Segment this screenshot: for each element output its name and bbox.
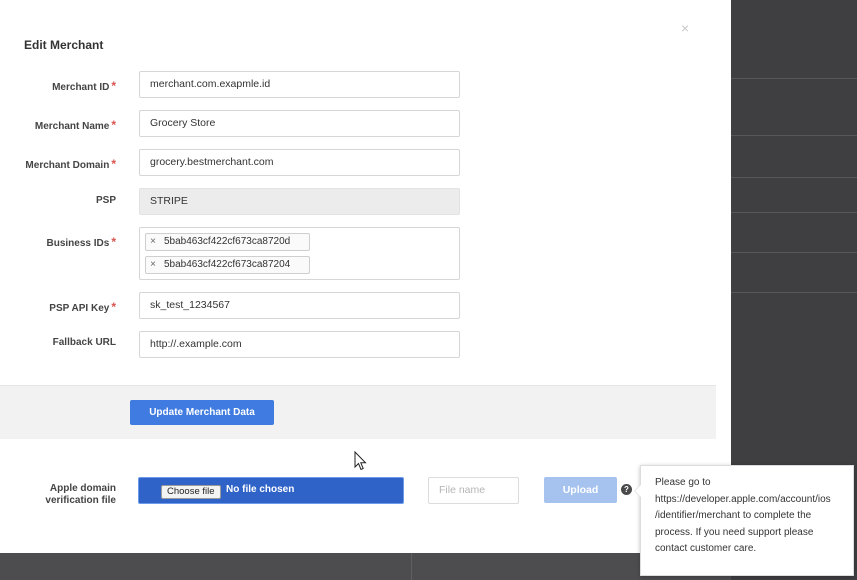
remove-tag-icon[interactable]: × bbox=[146, 234, 160, 250]
background-divider bbox=[731, 292, 857, 293]
apple-domain-label-line2: verification file bbox=[45, 495, 116, 506]
business-id-tag: × 5bab463cf422cf673ca87204 bbox=[145, 256, 310, 274]
help-tooltip: Please go to https://developer.apple.com… bbox=[634, 465, 854, 576]
merchant-id-input[interactable]: merchant.com.exapmle.id bbox=[139, 71, 460, 98]
tooltip-line: Please go to bbox=[655, 477, 711, 488]
remove-tag-icon[interactable]: × bbox=[146, 257, 160, 273]
required-marker: * bbox=[111, 300, 116, 314]
merchant-domain-label: Merchant Domain * bbox=[0, 157, 116, 171]
choose-file-button[interactable]: Choose file bbox=[161, 485, 221, 499]
merchant-domain-label-text: Merchant Domain bbox=[25, 160, 110, 171]
business-id-tag-text: 5bab463cf422cf673ca87204 bbox=[164, 259, 291, 270]
required-marker: * bbox=[111, 118, 116, 132]
merchant-domain-input[interactable]: grocery.bestmerchant.com bbox=[139, 149, 460, 176]
required-marker: * bbox=[111, 235, 116, 249]
business-ids-label: Business IDs * bbox=[0, 235, 116, 249]
background-divider bbox=[731, 135, 857, 136]
tooltip-line: contact customer care. bbox=[655, 543, 757, 554]
psp-label: PSP bbox=[0, 195, 116, 206]
file-input[interactable]: Choose file No file chosen bbox=[138, 477, 404, 504]
merchant-name-label-text: Merchant Name bbox=[34, 121, 110, 132]
required-marker: * bbox=[111, 79, 116, 93]
file-name-input[interactable]: File name bbox=[428, 477, 519, 504]
business-id-tag-text: 5bab463cf422cf673ca8720d bbox=[164, 236, 291, 247]
close-icon[interactable]: × bbox=[681, 20, 689, 36]
background-bottom-bar bbox=[0, 553, 731, 580]
apple-domain-label: Apple domain verification file bbox=[0, 483, 116, 507]
psp-api-key-input[interactable]: sk_test_1234567 bbox=[139, 292, 460, 319]
tooltip-line: /identifier/merchant to complete the bbox=[655, 510, 812, 521]
fallback-url-label-text: Fallback URL bbox=[52, 337, 116, 348]
background-divider bbox=[731, 252, 857, 253]
mouse-cursor-icon bbox=[354, 451, 367, 471]
merchant-name-label: Merchant Name * bbox=[0, 118, 116, 132]
upload-button[interactable]: Upload bbox=[544, 477, 617, 503]
modal-footer bbox=[0, 385, 716, 439]
background-divider bbox=[731, 78, 857, 79]
tooltip-line: https://developer.apple.com/account/ios bbox=[655, 493, 831, 505]
required-marker: * bbox=[111, 157, 116, 171]
modal-title: Edit Merchant bbox=[24, 38, 104, 52]
psp-api-key-label: PSP API Key * bbox=[0, 300, 116, 314]
business-ids-input[interactable]: × 5bab463cf422cf673ca8720d × 5bab463cf422c… bbox=[139, 227, 460, 280]
no-file-chosen-text: No file chosen bbox=[226, 484, 295, 495]
apple-domain-label-line1: Apple domain bbox=[49, 483, 116, 494]
business-ids-label-text: Business IDs bbox=[46, 238, 110, 249]
fallback-url-input[interactable]: http://.example.com bbox=[139, 331, 460, 358]
business-id-tag: × 5bab463cf422cf673ca8720d bbox=[145, 233, 310, 251]
psp-api-key-label-text: PSP API Key bbox=[49, 303, 110, 314]
tooltip-line: process. If you need support please bbox=[655, 526, 814, 538]
psp-label-text: PSP bbox=[95, 195, 116, 206]
fallback-url-label: Fallback URL bbox=[0, 337, 116, 348]
merchant-name-input[interactable]: Grocery Store bbox=[139, 110, 460, 137]
background-divider bbox=[731, 212, 857, 213]
background-divider bbox=[411, 553, 412, 580]
update-merchant-button[interactable]: Update Merchant Data bbox=[130, 400, 274, 425]
background-divider bbox=[731, 177, 857, 178]
psp-input: STRIPE bbox=[139, 188, 460, 215]
help-icon[interactable]: ? bbox=[621, 484, 632, 495]
merchant-id-label: Merchant ID * bbox=[0, 79, 116, 93]
merchant-id-label-text: Merchant ID bbox=[52, 82, 110, 93]
